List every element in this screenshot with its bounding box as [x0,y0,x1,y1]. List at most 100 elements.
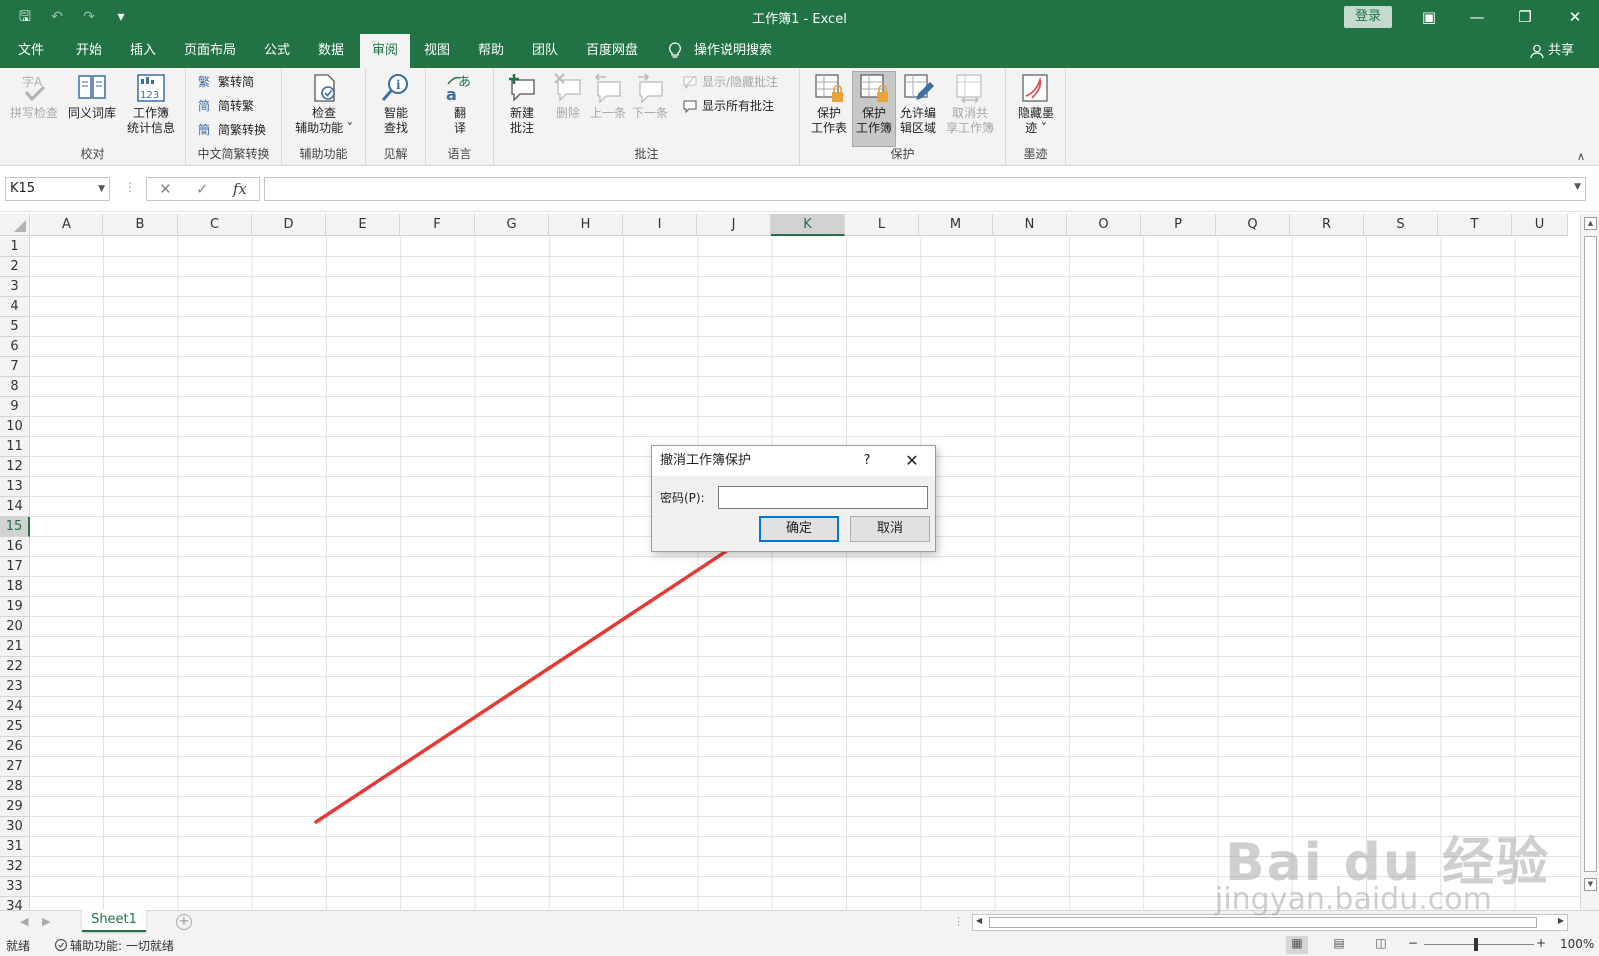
accessibility-status[interactable]: 辅助功能: 一切就绪 [70,937,174,954]
vertical-scroll-thumb[interactable] [1584,236,1597,872]
column-header-a[interactable]: A [31,214,103,236]
row-header-14[interactable]: 14 [0,497,30,517]
ok-button[interactable]: 确定 [759,516,839,542]
row-header-25[interactable]: 25 [0,717,30,737]
tab-file[interactable]: 文件 [10,34,52,68]
column-header-b[interactable]: B [103,214,178,236]
tab-help[interactable]: 帮助 [470,34,512,68]
row-header-3[interactable]: 3 [0,277,30,297]
row-header-22[interactable]: 22 [0,657,30,677]
row-header-29[interactable]: 29 [0,797,30,817]
row-header-28[interactable]: 28 [0,777,30,797]
column-header-d[interactable]: D [252,214,326,236]
row-header-5[interactable]: 5 [0,317,30,337]
workbook-statistics-button[interactable]: 123 工作簿 统计信息 [120,72,182,136]
row-header-19[interactable]: 19 [0,597,30,617]
insert-function-icon[interactable]: fx [233,180,247,198]
row-header-2[interactable]: 2 [0,257,30,277]
row-header-13[interactable]: 13 [0,477,30,497]
help-icon[interactable]: ? [857,446,877,476]
column-header-j[interactable]: J [697,214,771,236]
show-hide-comment-button[interactable]: 显示/隐藏批注 [682,72,778,92]
row-header-12[interactable]: 12 [0,457,30,477]
sheet-tab-sheet1[interactable]: Sheet1 [82,910,146,932]
tab-review[interactable]: 审阅 [360,34,410,68]
page-break-view-icon[interactable]: ◫ [1370,936,1392,954]
column-header-s[interactable]: S [1364,214,1438,236]
column-header-h[interactable]: H [549,214,623,236]
row-header-27[interactable]: 27 [0,757,30,777]
new-comment-button[interactable]: 新建 批注 [498,72,546,136]
scroll-up-icon[interactable]: ▲ [1584,217,1597,230]
column-header-t[interactable]: T [1438,214,1512,236]
column-header-r[interactable]: R [1290,214,1364,236]
tab-formulas[interactable]: 公式 [256,34,298,68]
column-header-f[interactable]: F [400,214,475,236]
row-header-34[interactable]: 34 [0,897,30,910]
tab-insert[interactable]: 插入 [122,34,164,68]
restore-icon[interactable]: ❐ [1510,5,1540,29]
convert-button[interactable]: 簡 简繁转换 [198,120,266,140]
login-button[interactable]: 登录 [1344,6,1392,28]
to-traditional-button[interactable]: 简 简转繁 [198,96,254,116]
tab-splitter-icon[interactable]: ⋮ [953,915,964,928]
row-header-32[interactable]: 32 [0,857,30,877]
tab-team[interactable]: 团队 [524,34,566,68]
row-header-30[interactable]: 30 [0,817,30,837]
column-header-n[interactable]: N [993,214,1067,236]
page-layout-view-icon[interactable]: ▤ [1328,936,1350,954]
zoom-in-icon[interactable]: + [1536,936,1546,950]
tell-me-search[interactable]: 操作说明搜索 [694,34,772,68]
column-header-i[interactable]: I [623,214,697,236]
row-header-18[interactable]: 18 [0,577,30,597]
allow-edit-ranges-button[interactable]: 允许编 辑区域 [896,72,940,136]
normal-view-icon[interactable]: ▦ [1286,936,1308,954]
protect-workbook-button[interactable]: 保护 工作簿 [852,71,896,147]
row-header-1[interactable]: 1 [0,237,30,257]
select-all-button[interactable] [0,214,30,236]
next-comment-button[interactable]: 下一条 [628,72,672,121]
unshare-workbook-button[interactable]: 取消共 享工作簿 [940,72,1000,136]
add-sheet-icon[interactable]: + [176,914,192,930]
check-accessibility-button[interactable]: 检查 辅助功能 ˅ [286,72,362,136]
row-header-15[interactable]: 15 [0,517,30,537]
tab-page-layout[interactable]: 页面布局 [176,34,244,68]
tab-baidu-pan[interactable]: 百度网盘 [578,34,646,68]
formula-bar-splitter-icon[interactable]: ⋮ [124,180,136,194]
row-header-17[interactable]: 17 [0,557,30,577]
column-header-p[interactable]: P [1141,214,1216,236]
zoom-slider[interactable] [1424,944,1534,945]
expand-formula-icon[interactable]: ▼ [1574,182,1581,192]
row-header-20[interactable]: 20 [0,617,30,637]
column-header-e[interactable]: E [326,214,400,236]
tab-data[interactable]: 数据 [310,34,352,68]
smart-lookup-button[interactable]: i 智能 查找 [370,72,422,136]
row-header-31[interactable]: 31 [0,837,30,857]
cell-area[interactable] [31,237,1580,910]
delete-comment-button[interactable]: 删除 [546,72,590,121]
ribbon-display-icon[interactable]: ▣ [1414,5,1444,29]
zoom-out-icon[interactable]: − [1408,936,1418,950]
prev-sheet-icon[interactable]: ◀ [20,915,28,928]
column-header-l[interactable]: L [845,214,919,236]
row-header-7[interactable]: 7 [0,357,30,377]
column-header-u[interactable]: U [1512,214,1568,236]
next-sheet-icon[interactable]: ▶ [42,915,50,928]
row-header-6[interactable]: 6 [0,337,30,357]
collapse-ribbon-icon[interactable]: ∧ [1577,150,1585,163]
scroll-down-icon[interactable]: ▼ [1584,878,1597,891]
name-box[interactable]: K15 ▼ [5,177,110,201]
column-header-o[interactable]: O [1067,214,1141,236]
share-button[interactable]: 共享 [1548,34,1574,68]
close-window-icon[interactable]: ✕ [1560,5,1590,29]
row-header-8[interactable]: 8 [0,377,30,397]
row-header-9[interactable]: 9 [0,397,30,417]
tab-home[interactable]: 开始 [68,34,110,68]
hide-ink-button[interactable]: 隐藏墨 迹 ˅ [1012,72,1060,136]
dialog-close-icon[interactable]: ✕ [897,446,927,476]
confirm-entry-icon[interactable]: ✓ [196,180,209,198]
row-header-16[interactable]: 16 [0,537,30,557]
zoom-slider-thumb[interactable] [1474,938,1478,951]
minimize-icon[interactable]: — [1462,5,1492,29]
spelling-button[interactable]: 字A 拼写检查 [6,72,62,121]
